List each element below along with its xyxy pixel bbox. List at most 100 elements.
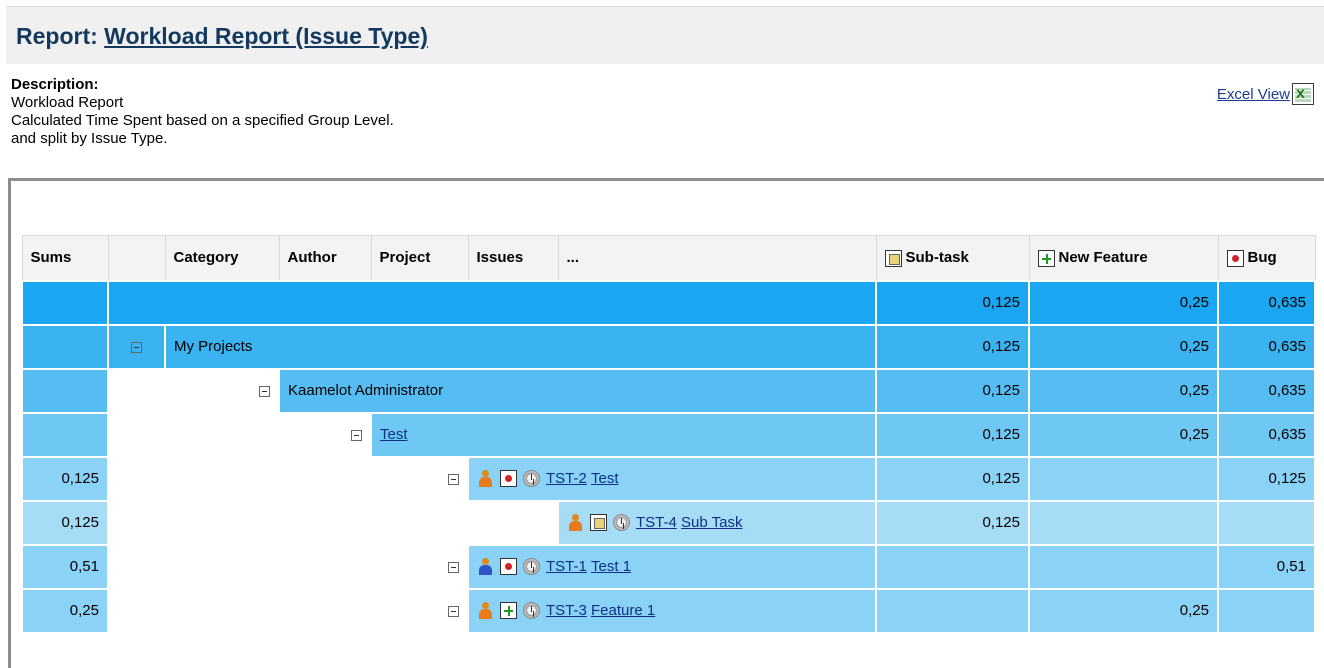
indent-cell xyxy=(107,411,166,458)
bug-cell: 0,635 xyxy=(1217,279,1316,326)
excel-view-link[interactable]: Excel View xyxy=(1217,86,1290,103)
indent-cell xyxy=(164,543,280,590)
newfeature-cell xyxy=(1028,499,1219,546)
col-bug[interactable]: Bug xyxy=(1217,235,1316,281)
bug-cell xyxy=(1217,587,1316,634)
indent-cell xyxy=(278,455,372,502)
report-title-link[interactable]: Workload Report (Issue Type) xyxy=(104,23,428,49)
total-spacer xyxy=(107,279,877,326)
collapse-toggle-icon[interactable] xyxy=(131,341,142,353)
col-category[interactable]: Category xyxy=(164,235,280,281)
newfeature-cell: 0,25 xyxy=(1028,587,1219,634)
indent-cell xyxy=(370,499,469,546)
page-title: Report: Workload Report (Issue Type) xyxy=(16,23,428,50)
table-row-issue: 0,51 TST-1 Test 1 0,51 xyxy=(21,543,1316,590)
col-project[interactable]: Project xyxy=(370,235,469,281)
collapse-toggle-icon[interactable] xyxy=(448,605,459,617)
bug-icon xyxy=(1226,249,1244,267)
user-icon xyxy=(567,514,584,532)
excel-icon[interactable]: x xyxy=(1292,83,1314,105)
issue-key-link[interactable]: TST-3 xyxy=(546,602,587,619)
indent-cell xyxy=(107,499,166,546)
new-feature-icon xyxy=(500,602,517,620)
col-issues[interactable]: Issues xyxy=(467,235,559,281)
clock-icon xyxy=(523,602,540,620)
toggle-cell[interactable] xyxy=(164,367,280,414)
newfeature-cell xyxy=(1028,543,1219,590)
issue-cell: TST-4 Sub Task xyxy=(557,499,877,546)
collapse-toggle-icon[interactable] xyxy=(448,473,459,485)
table-row-issue: 0,125 TST-2 Test 0,125 0,125 xyxy=(21,455,1316,502)
indent-cell xyxy=(278,587,372,634)
col-toggle xyxy=(107,235,166,281)
newfeature-cell xyxy=(1028,455,1219,502)
collapse-toggle-icon[interactable] xyxy=(448,561,459,573)
bug-cell xyxy=(1217,499,1316,546)
new-feature-icon xyxy=(1037,249,1055,267)
col-author[interactable]: Author xyxy=(278,235,372,281)
user-icon xyxy=(477,470,494,488)
workload-table: Sums Category Author Project Issues ... … xyxy=(21,235,1316,634)
project-link[interactable]: Test xyxy=(380,426,408,443)
sums-cell xyxy=(21,323,109,370)
indent-cell xyxy=(278,499,372,546)
issue-summary-link[interactable]: Test 1 xyxy=(591,558,631,575)
issue-summary-link[interactable]: Test xyxy=(591,470,619,487)
bug-cell: 0,635 xyxy=(1217,411,1316,458)
bug-cell: 0,635 xyxy=(1217,367,1316,414)
indent-cell xyxy=(164,499,280,546)
issue-key-link[interactable]: TST-1 xyxy=(546,558,587,575)
user-icon xyxy=(477,558,494,576)
issue-summary-link[interactable]: Sub Task xyxy=(681,514,742,531)
description-line: Workload Report xyxy=(11,94,124,111)
subtask-cell: 0,125 xyxy=(875,455,1030,502)
issue-cell: TST-2 Test xyxy=(467,455,877,502)
indent-cell xyxy=(467,499,559,546)
col-newfeature[interactable]: New Feature xyxy=(1028,235,1219,281)
col-bug-label: Bug xyxy=(1247,248,1277,266)
indent-cell xyxy=(164,411,280,458)
toggle-cell[interactable] xyxy=(278,411,372,458)
collapse-toggle-icon[interactable] xyxy=(351,429,362,441)
clock-icon xyxy=(523,470,540,488)
toggle-cell[interactable] xyxy=(370,543,469,590)
indent-cell xyxy=(107,367,166,414)
sums-cell xyxy=(21,367,109,414)
sums-cell: 0,51 xyxy=(21,543,109,590)
subtask-icon xyxy=(590,514,607,532)
indent-cell xyxy=(164,455,280,502)
user-icon xyxy=(477,602,494,620)
indent-cell xyxy=(107,543,166,590)
excel-view[interactable]: Excel View x xyxy=(1217,83,1314,105)
newfeature-cell: 0,25 xyxy=(1028,323,1219,370)
table-row-category: My Projects 0,125 0,25 0,635 xyxy=(21,323,1316,370)
sums-cell: 0,125 xyxy=(21,499,109,546)
table-row-issue: 0,25 TST-3 Feature 1 0,25 xyxy=(21,587,1316,634)
newfeature-cell: 0,25 xyxy=(1028,279,1219,326)
col-subtask[interactable]: Sub-task xyxy=(875,235,1030,281)
subtask-icon xyxy=(884,249,902,267)
issue-key-link[interactable]: TST-2 xyxy=(546,470,587,487)
table-row-author: Kaamelot Administrator 0,125 0,25 0,635 xyxy=(21,367,1316,414)
col-sums[interactable]: Sums xyxy=(21,235,109,281)
col-subtask-label: Sub-task xyxy=(905,248,969,266)
sums-cell: 0,125 xyxy=(21,455,109,502)
issue-key-link[interactable]: TST-4 xyxy=(636,514,677,531)
author-label: Kaamelot Administrator xyxy=(278,367,877,414)
toggle-cell[interactable] xyxy=(370,455,469,502)
issue-summary-link[interactable]: Feature 1 xyxy=(591,602,655,619)
col-newfeature-label: New Feature xyxy=(1058,248,1148,266)
toggle-cell[interactable] xyxy=(107,323,166,370)
subtask-cell: 0,125 xyxy=(875,279,1030,326)
report-prefix: Report: xyxy=(16,23,98,49)
description-heading: Description: xyxy=(11,76,99,93)
sums-cell xyxy=(21,279,109,326)
col-more[interactable]: ... xyxy=(557,235,877,281)
newfeature-cell: 0,25 xyxy=(1028,367,1219,414)
clock-icon xyxy=(523,558,540,576)
toggle-cell[interactable] xyxy=(370,587,469,634)
collapse-toggle-icon[interactable] xyxy=(259,385,270,397)
indent-cell xyxy=(164,587,280,634)
project-cell: Test xyxy=(370,411,877,458)
report-header: Report: Workload Report (Issue Type) xyxy=(6,6,1324,64)
